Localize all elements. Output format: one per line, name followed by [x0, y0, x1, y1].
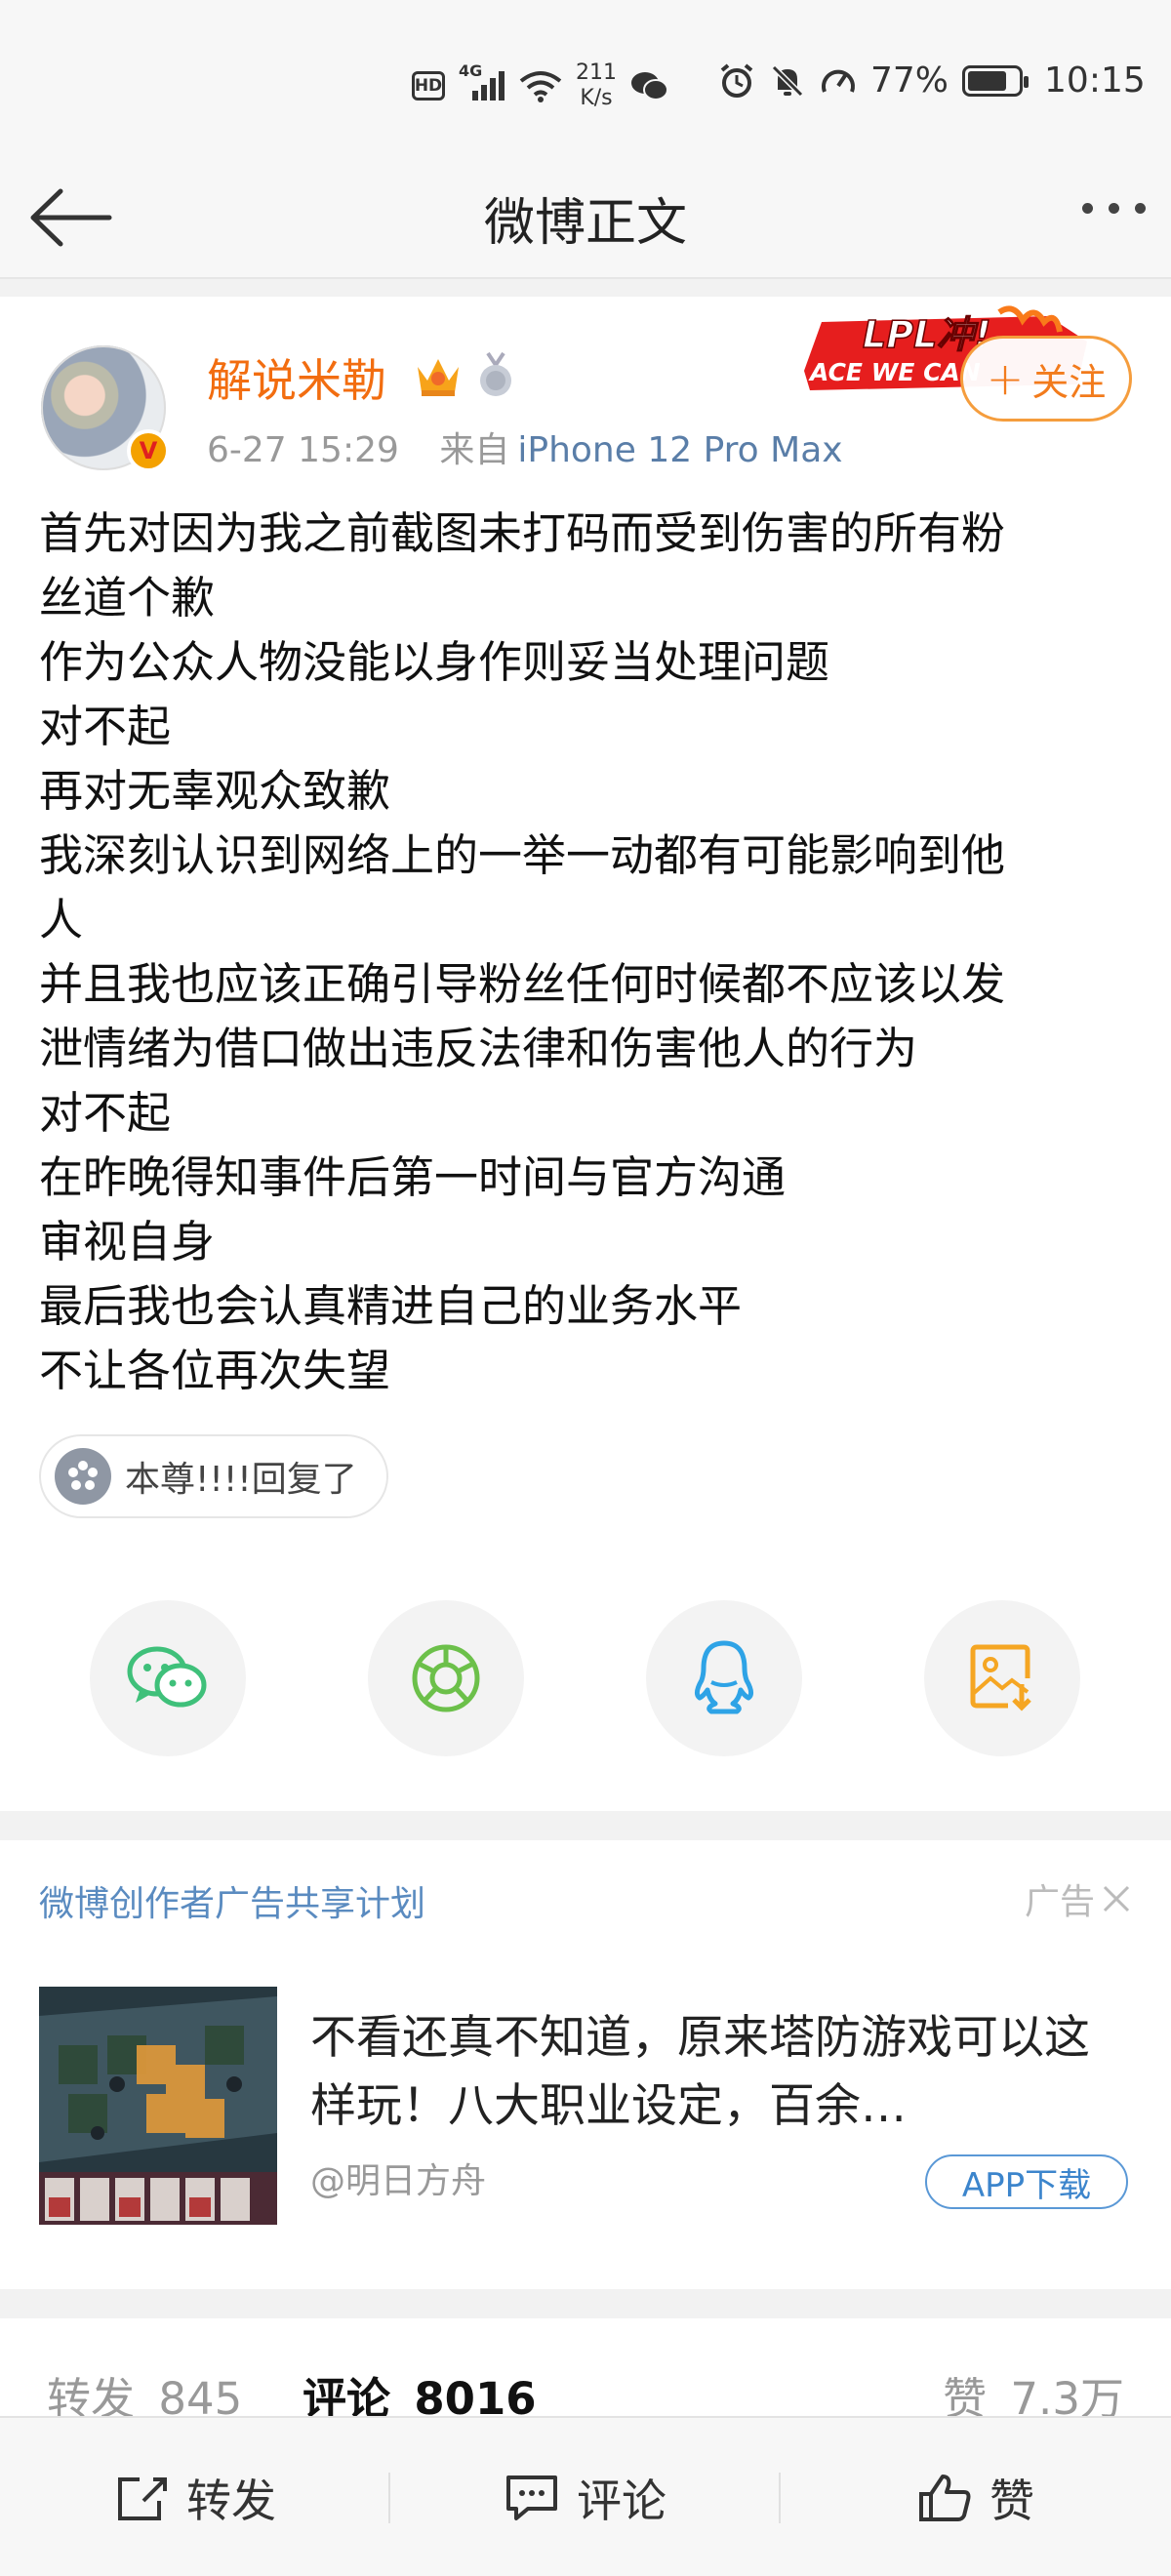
status-bar: HD 4G 211 K/s 77% 10:15 — [0, 0, 1171, 156]
follow-label: 关注 — [1031, 360, 1107, 404]
verified-badge-icon: V — [127, 429, 170, 472]
battery-percent: 77% — [870, 60, 949, 101]
post-meta: 6-27 15:29 来自 iPhone 12 Pro Max — [207, 422, 843, 472]
author-name[interactable]: 解说米勒 — [207, 345, 386, 410]
super-topic-label: 本尊!!!!回复了 — [125, 1460, 357, 1500]
share-qq-button[interactable] — [646, 1600, 802, 1756]
follow-button[interactable]: + 关注 — [960, 336, 1132, 422]
share-moments-button[interactable] — [368, 1600, 524, 1756]
super-topic-tag[interactable]: 本尊!!!!回复了 — [39, 1434, 388, 1518]
ad-source[interactable]: @明日方舟 — [310, 2153, 486, 2203]
save-image-button[interactable] — [924, 1600, 1080, 1756]
plus-icon: + — [986, 352, 1025, 405]
status-icons-left: HD 4G 211 K/s — [412, 60, 669, 111]
speed-value: 211 — [576, 60, 617, 85]
speedometer-icon — [822, 69, 855, 93]
post-text-line: 首先对因为我之前截图未打码而受到伤害的所有粉 — [39, 507, 1006, 559]
nav-bar: 微博正文 — [0, 156, 1171, 279]
network-type: 4G — [459, 61, 483, 80]
ad-headline[interactable]: 不看还真不知道，原来塔防游戏可以这样玩！八大职业设定，百余… — [310, 2004, 1130, 2141]
hd-badge: HD — [412, 71, 445, 101]
save-image-icon — [970, 1644, 1031, 1711]
post-text-line: 泄情绪为借口做出违反法律和伤害他人的行为 — [39, 1023, 918, 1074]
ad-thumbnail[interactable] — [39, 1987, 277, 2225]
post-text-line: 对不起 — [39, 701, 172, 752]
ad-program-title[interactable]: 微博创作者广告共享计划 — [39, 1875, 425, 1926]
wechat-notification-icon — [631, 72, 668, 101]
wifi-icon — [519, 71, 562, 102]
post-text-line: 作为公众人物没能以身作则妥当处理问题 — [39, 636, 830, 688]
post-text-line: 审视自身 — [39, 1216, 216, 1268]
ad-label-text: 广告 — [1024, 1882, 1095, 1922]
app-download-button[interactable]: APP下载 — [925, 2154, 1128, 2209]
like-button[interactable]: 赞 — [781, 2418, 1171, 2576]
post-stats: 转发 845 评论 8016 赞 7.3万 — [0, 2318, 1171, 2425]
post-text-line: 我深刻认识到网络上的一举一动都有可能影响到他 — [39, 829, 1006, 881]
post-text-line: 丝道个歉 — [39, 572, 216, 624]
signal-icon: 4G — [459, 61, 505, 102]
mute-bell-icon — [771, 64, 804, 97]
post-card: V 解说米勒 6-27 15:29 来自 iPhone 12 Pro Max LP… — [0, 297, 1171, 1811]
repost-button[interactable]: 转发 — [0, 2418, 390, 2576]
source-device[interactable]: iPhone 12 Pro Max — [517, 430, 842, 470]
post-text-line: 人 — [39, 894, 84, 946]
share-wechat-button[interactable] — [90, 1600, 246, 1756]
comment-button[interactable]: 评论 — [390, 2418, 781, 2576]
clock-time: 10:15 — [1044, 60, 1146, 101]
comment-icon — [506, 2475, 557, 2520]
post-text-line: 在昨晚得知事件后第一时间与官方沟通 — [39, 1151, 787, 1203]
post-text-line: 再对无辜观众致歉 — [39, 765, 391, 817]
battery-icon — [962, 64, 1030, 97]
network-speed: 211 K/s — [576, 60, 617, 111]
like-label: 赞 — [989, 2475, 1034, 2527]
post-text-line: 并且我也应该正确引导粉丝任何时候都不应该以发 — [39, 958, 1006, 1010]
thumbs-up-icon — [919, 2475, 971, 2521]
speed-unit: K/s — [580, 86, 613, 110]
repost-label: 转发 — [186, 2475, 276, 2527]
medal-badge-icon — [480, 351, 511, 396]
super-topic-icon — [55, 1448, 111, 1505]
page-title: 微博正文 — [483, 194, 687, 253]
banner-text-bottom: ACE WE CAN — [808, 358, 981, 386]
ad-card[interactable]: 微博创作者广告共享计划 广告 不看还真不知道，原来塔防游戏可以这样玩！八大职业设… — [0, 1840, 1171, 2289]
moments-icon — [412, 1644, 480, 1712]
ad-label[interactable]: 广告 — [1025, 1873, 1132, 1924]
post-text-line: 最后我也会认真精进自己的业务水平 — [39, 1280, 743, 1332]
wechat-icon — [127, 1646, 207, 1708]
bottom-action-bar: 转发 评论 赞 — [0, 2416, 1171, 2576]
crown-badge-icon — [418, 359, 459, 396]
post-text-line: 对不起 — [39, 1087, 172, 1139]
qq-icon — [694, 1640, 754, 1714]
more-options-icon[interactable] — [1082, 203, 1146, 214]
comment-label: 评论 — [577, 2475, 666, 2527]
source-prefix: 来自 — [439, 430, 510, 470]
post-body: 首先对因为我之前截图未打码而受到伤害的所有粉 丝道个歉作为公众人物没能以身作则妥当… — [39, 502, 1132, 1403]
post-timestamp: 6-27 15:29 — [207, 430, 399, 470]
repost-icon — [118, 2477, 167, 2520]
alarm-icon — [720, 62, 753, 98]
avatar[interactable]: V — [41, 345, 170, 472]
close-icon[interactable] — [1101, 1883, 1132, 1914]
share-row — [0, 1600, 1171, 1756]
post-text-line: 不让各位再次失望 — [39, 1345, 391, 1396]
status-icons-right: 77% 10:15 — [718, 60, 1146, 101]
